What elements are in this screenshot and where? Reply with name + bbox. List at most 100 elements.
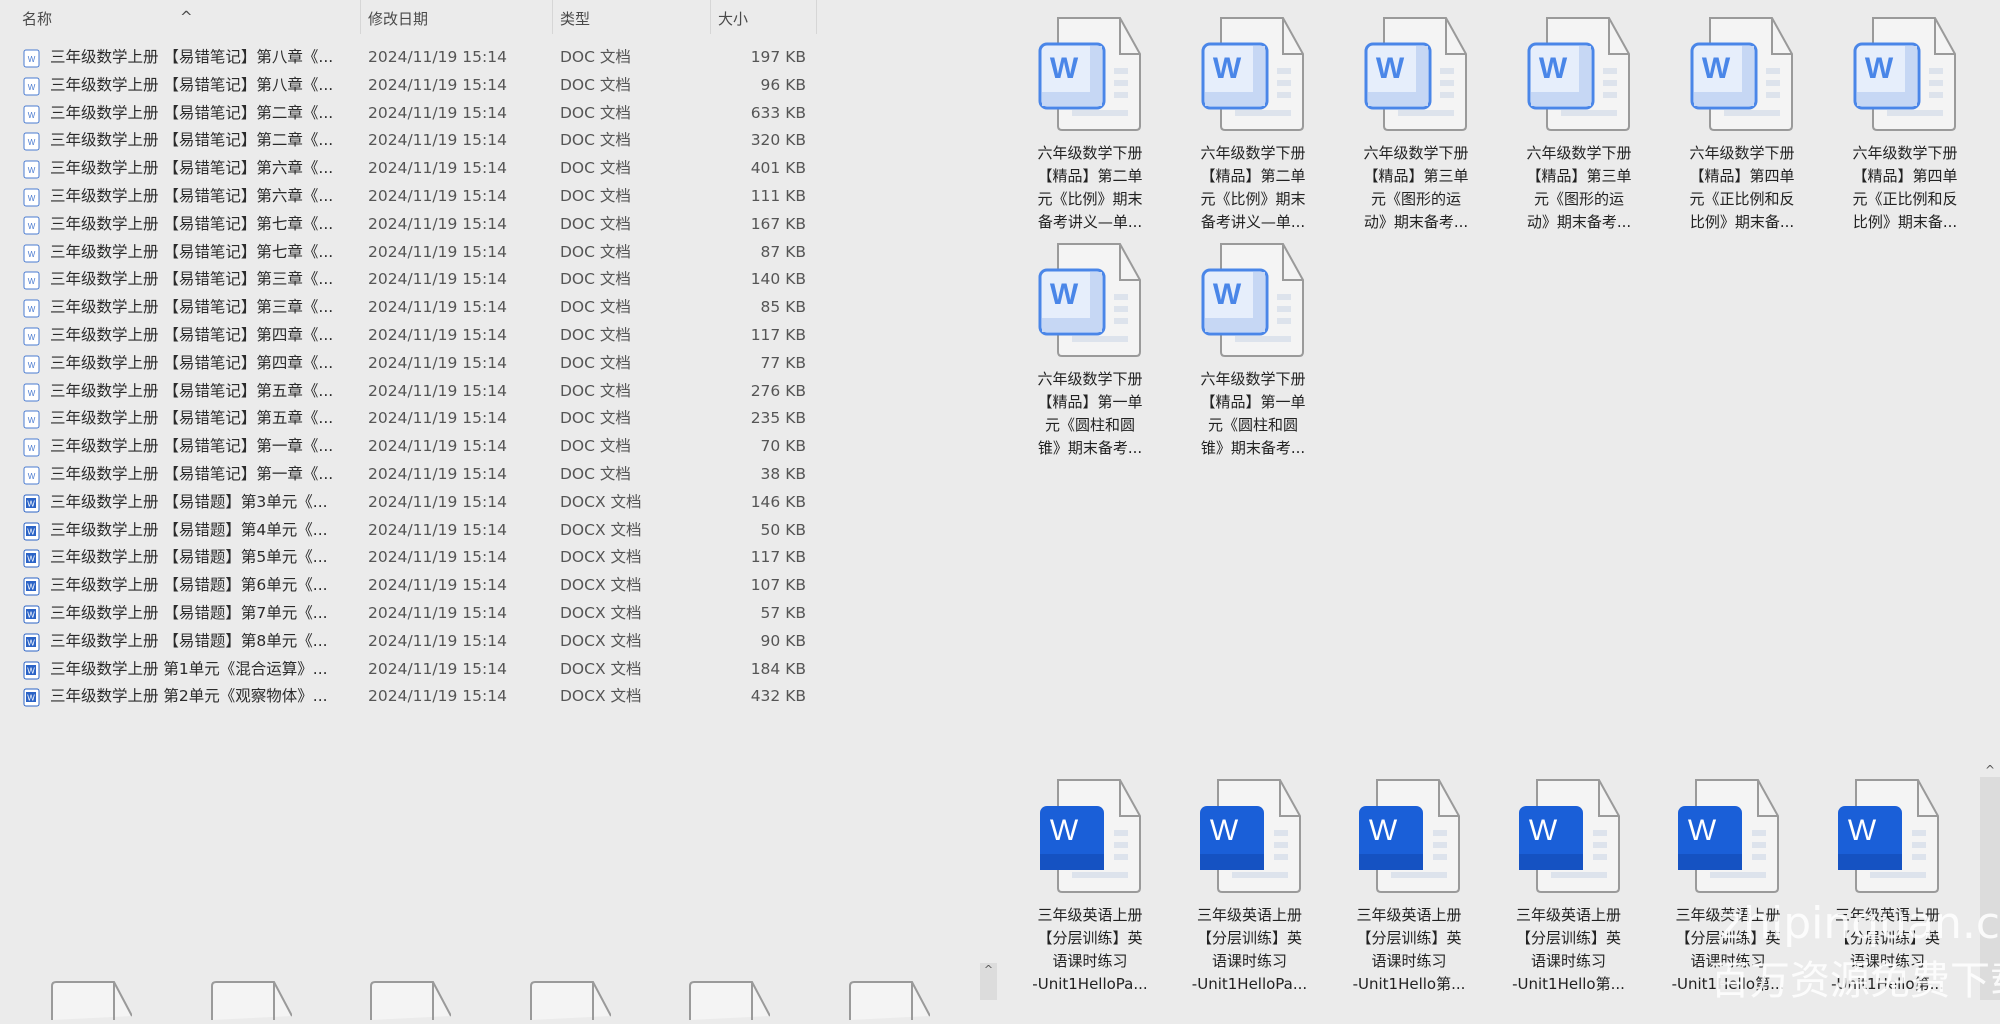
file-tile-label-line: 动》期末备考...	[1526, 213, 1632, 231]
file-row[interactable]: W 三年级数学上册 【易错题】第8单元《... 2024/11/19 15:14 DO…	[0, 628, 818, 655]
file-tile-partial[interactable]	[670, 980, 771, 1020]
file-tile-label-line: 元《比例》期末	[1037, 190, 1143, 208]
file-tile-partial[interactable]	[351, 980, 452, 1020]
file-row[interactable]: W 三年级数学上册 第2单元《观察物体》... 2024/11/19 15:14 DO…	[0, 683, 818, 710]
svg-text:W: W	[28, 166, 36, 175]
file-row[interactable]: W 三年级数学上册 【易错笔记】第四章《... 2024/11/19 15:14 DO…	[0, 350, 818, 377]
scroll-up-icon[interactable]: ^	[1980, 763, 2000, 777]
docx-file-icon: W	[23, 605, 40, 624]
file-size: 117 KB	[750, 548, 806, 567]
file-row[interactable]: W 三年级数学上册 【易错笔记】第七章《... 2024/11/19 15:14 DO…	[0, 211, 818, 238]
file-row[interactable]: W 三年级数学上册 【易错笔记】第一章《... 2024/11/19 15:14 DO…	[0, 461, 818, 488]
file-tile-label-line: 【精品】第三单	[1526, 167, 1632, 185]
svg-text:W: W	[28, 250, 36, 259]
file-row[interactable]: W 三年级数学上册 【易错笔记】第七章《... 2024/11/19 15:14 DO…	[0, 239, 818, 266]
file-row[interactable]: W 三年级数学上册 【易错题】第3单元《... 2024/11/19 15:14 DO…	[0, 489, 818, 516]
file-tile-label-line: 语课时练习	[1530, 952, 1606, 970]
file-row[interactable]: W 三年级数学上册 【易错笔记】第六章《... 2024/11/19 15:14 DO…	[0, 183, 818, 210]
column-header-date[interactable]: 修改日期	[368, 8, 428, 29]
file-row[interactable]: W 三年级数学上册 【易错笔记】第四章《... 2024/11/19 15:14 DO…	[0, 322, 818, 349]
file-tile-label: 六年级数学下册 【精品】第一单 元《圆柱和圆 锥》期末备考...	[1178, 368, 1328, 460]
svg-text:W: W	[28, 111, 36, 120]
column-divider[interactable]	[816, 0, 817, 34]
file-tile-label: 六年级数学下册 【精品】第二单 元《比例》期末 备考讲义—单...	[1178, 142, 1328, 234]
file-name: 三年级数学上册 第2单元《观察物体》...	[50, 687, 328, 706]
file-date: 2024/11/19 15:14	[368, 687, 507, 706]
file-tile[interactable]: W 六年级数学下册 【精品】第四单 元《正比例和反 比例》期末备...	[1667, 16, 1817, 234]
column-divider[interactable]	[710, 0, 711, 34]
file-date: 2024/11/19 15:14	[368, 353, 507, 372]
file-date: 2024/11/19 15:14	[368, 631, 507, 650]
file-row[interactable]: W 三年级数学上册 第1单元《混合运算》... 2024/11/19 15:14 DO…	[0, 656, 818, 683]
file-size: 77 KB	[760, 353, 806, 372]
column-header-name[interactable]: 名称	[22, 8, 52, 29]
file-row[interactable]: W 三年级数学上册 【易错笔记】第五章《... 2024/11/19 15:14 DO…	[0, 378, 818, 405]
file-row[interactable]: W 三年级数学上册 【易错笔记】第二章《... 2024/11/19 15:14 DO…	[0, 127, 818, 154]
file-tile-label-line: 备考讲义—单...	[1200, 213, 1306, 231]
file-tile[interactable]: W 六年级数学下册 【精品】第一单 元《圆柱和圆 锥》期末备考...	[1015, 242, 1165, 460]
file-tile[interactable]: W 三年级英语上册 【分层训练】英 语课时练习 -Unit1HelloPa...	[1175, 778, 1325, 996]
file-tile-partial[interactable]	[32, 980, 133, 1020]
file-tile-label-line: 六年级数学下册	[1037, 144, 1143, 162]
file-tile-partial[interactable]	[830, 980, 931, 1020]
file-date: 2024/11/19 15:14	[368, 242, 507, 261]
file-row[interactable]: W 三年级数学上册 【易错笔记】第三章《... 2024/11/19 15:14 DO…	[0, 294, 818, 321]
word-file-icon: W	[1178, 242, 1328, 358]
file-date: 2024/11/19 15:14	[368, 159, 507, 178]
file-tile-label-line: 锥》期末备考...	[1200, 439, 1306, 457]
file-row[interactable]: W 三年级数学上册 【易错题】第5单元《... 2024/11/19 15:14 DO…	[0, 544, 818, 571]
file-date: 2024/11/19 15:14	[368, 298, 507, 317]
file-name: 三年级数学上册 【易错题】第3单元《...	[50, 492, 328, 511]
file-name: 三年级数学上册 【易错笔记】第四章《...	[50, 326, 334, 344]
file-row[interactable]: W 三年级数学上册 【易错笔记】第八章《... 2024/11/19 15:14 DO…	[0, 72, 818, 99]
svg-text:W: W	[1539, 52, 1568, 85]
file-tile-label-line: 三年级英语上册	[1515, 906, 1621, 924]
file-tile[interactable]: W 六年级数学下册 【精品】第三单 元《图形的运 动》期末备考...	[1341, 16, 1491, 234]
file-row[interactable]: W 三年级数学上册 【易错题】第6单元《... 2024/11/19 15:14 DO…	[0, 572, 818, 599]
file-size: 235 KB	[750, 409, 806, 428]
column-divider[interactable]	[360, 0, 361, 34]
file-tile-label-line: 六年级数学下册	[1526, 144, 1632, 162]
file-row[interactable]: W 三年级数学上册 【易错题】第7单元《... 2024/11/19 15:14 DO…	[0, 600, 818, 627]
file-tile-partial[interactable]	[192, 980, 293, 1020]
file-row[interactable]: W 三年级数学上册 【易错笔记】第一章《... 2024/11/19 15:14 DO…	[0, 433, 818, 460]
svg-text:W: W	[27, 611, 35, 620]
file-date: 2024/11/19 15:14	[368, 659, 507, 678]
file-type: DOCX 文档	[560, 492, 642, 511]
file-tile[interactable]: W 六年级数学下册 【精品】第二单 元《比例》期末 备考讲义—单...	[1178, 16, 1328, 234]
file-date: 2024/11/19 15:14	[368, 131, 507, 150]
file-tile[interactable]: W 六年级数学下册 【精品】第三单 元《图形的运 动》期末备考...	[1504, 16, 1654, 234]
file-row[interactable]: W 三年级数学上册 【易错笔记】第六章《... 2024/11/19 15:14 DO…	[0, 155, 818, 182]
file-tile-label-line: 元《正比例和反	[1689, 190, 1795, 208]
file-tile[interactable]: W 六年级数学下册 【精品】第四单 元《正比例和反 比例》期末备...	[1830, 16, 1980, 234]
word-file-icon: W	[1494, 778, 1644, 894]
file-tile-partial[interactable]	[511, 980, 612, 1020]
file-row[interactable]: W 三年级数学上册 【易错笔记】第二章《... 2024/11/19 15:14 DO…	[0, 100, 818, 127]
word-file-icon: W	[1175, 778, 1325, 894]
file-row[interactable]: W 三年级数学上册 【易错笔记】第五章《... 2024/11/19 15:14 DO…	[0, 405, 818, 432]
file-type: DOC 文档	[560, 353, 631, 372]
file-date: 2024/11/19 15:14	[368, 103, 507, 122]
file-type: DOCX 文档	[560, 687, 642, 706]
scroll-up-icon[interactable]: ^	[980, 963, 997, 976]
file-row[interactable]: W 三年级数学上册 【易错笔记】第三章《... 2024/11/19 15:14 DO…	[0, 266, 818, 293]
word-file-icon: W	[1178, 16, 1328, 132]
column-divider[interactable]	[552, 0, 553, 34]
file-tile[interactable]: W 六年级数学下册 【精品】第二单 元《比例》期末 备考讲义—单...	[1015, 16, 1165, 234]
file-size: 276 KB	[750, 381, 806, 400]
doc-file-icon: W	[23, 299, 40, 318]
file-tile[interactable]: W 三年级英语上册 【分层训练】英 语课时练习 -Unit1HelloPa...	[1015, 778, 1165, 996]
file-tile[interactable]: W 三年级英语上册 【分层训练】英 语课时练习 -Unit1Hello第...	[1334, 778, 1484, 996]
column-header-size[interactable]: 大小	[718, 8, 748, 29]
file-row[interactable]: W 三年级数学上册 【易错题】第4单元《... 2024/11/19 15:14 DO…	[0, 517, 818, 544]
file-tile[interactable]: W 三年级英语上册 【分层训练】英 语课时练习 -Unit1Hello第...	[1494, 778, 1644, 996]
svg-text:W: W	[28, 55, 36, 64]
file-tile-label: 六年级数学下册 【精品】第四单 元《正比例和反 比例》期末备...	[1667, 142, 1817, 234]
file-tile[interactable]: W 六年级数学下册 【精品】第一单 元《圆柱和圆 锥》期末备考...	[1178, 242, 1328, 460]
file-tile-label-line: 元《正比例和反	[1852, 190, 1958, 208]
file-name: 三年级数学上册 【易错笔记】第六章《...	[50, 159, 334, 178]
file-row[interactable]: W 三年级数学上册 【易错笔记】第八章《... 2024/11/19 15:14 DO…	[0, 44, 818, 71]
svg-text:W: W	[1050, 278, 1079, 311]
scrollbar-left-pane[interactable]: ^	[980, 963, 997, 1000]
column-header-type[interactable]: 类型	[560, 8, 590, 29]
